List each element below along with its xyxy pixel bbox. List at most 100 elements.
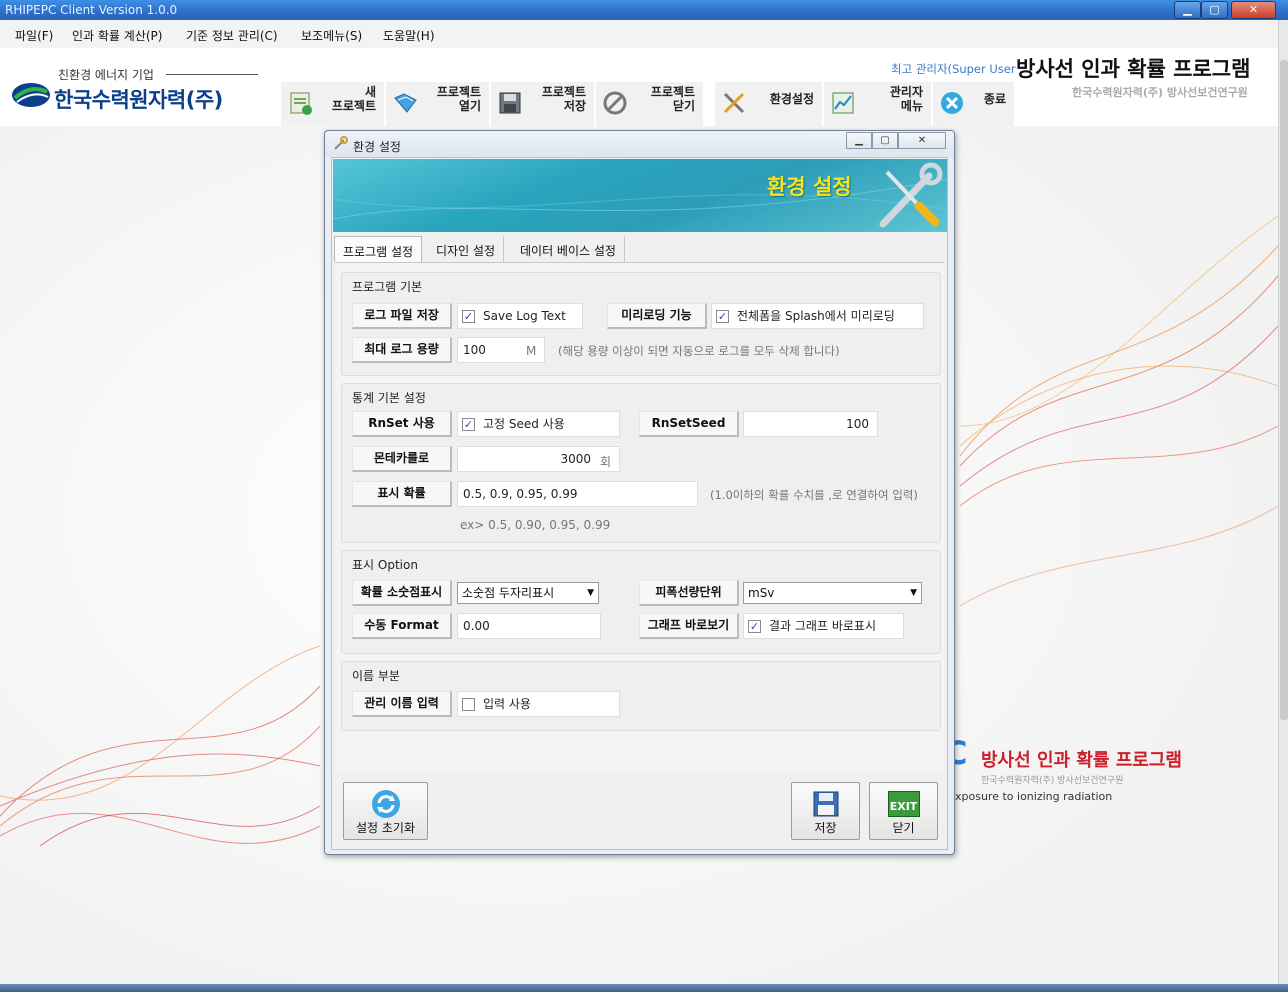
tab-database-settings[interactable]: 데이터 베이스 설정	[512, 236, 625, 262]
bg-subtitle: 한국수력원자력(주) 방사선보건연구원	[981, 776, 1124, 786]
close-dialog-button[interactable]: EXIT 닫기	[869, 782, 938, 840]
menu-calc[interactable]: 인과 확률 계산(P)	[72, 27, 162, 44]
manual-format-button[interactable]: 수동 Format	[352, 613, 452, 639]
floppy-save-icon	[813, 791, 838, 817]
display-prob-hint: (1.0이하의 확률 수치를 ,로 연결하여 입력)	[710, 488, 918, 502]
select-value: 소숫점 두자리표시	[462, 586, 555, 600]
checkbox-box[interactable]: ✓	[748, 620, 761, 633]
open-project-icon	[394, 93, 417, 113]
graph-view-checkbox[interactable]: ✓ 결과 그래프 바로표시	[743, 613, 904, 639]
manual-format-input[interactable]: 0.00	[457, 613, 601, 639]
reset-label: 설정 초기화	[355, 821, 415, 835]
close-project-label: 프로젝트 닫기	[650, 85, 695, 113]
group-title: 표시 Option	[352, 558, 418, 572]
os-taskbar	[0, 984, 1288, 992]
menu-help[interactable]: 도움말(H)	[383, 27, 435, 44]
window-title: RHIPEPC Client Version 1.0.0	[5, 3, 178, 17]
open-project-button[interactable]: 프로젝트 열기	[385, 82, 489, 126]
max-log-button[interactable]: 최대 로그 용량	[352, 337, 452, 363]
tab-panel: 프로그램 기본 로그 파일 저장 ✓ Save Log Text 미리로딩 기능…	[335, 262, 944, 772]
admin-chart-icon	[832, 92, 854, 114]
checkbox-label: 결과 그래프 바로표시	[769, 619, 876, 633]
preload-button[interactable]: 미리로딩 기능	[607, 303, 707, 329]
rnset-checkbox[interactable]: ✓ 고정 Seed 사용	[457, 411, 620, 437]
save-button[interactable]: 저장	[791, 782, 860, 840]
app-subtitle: 한국수력원자력(주) 방사선보건연구원	[1072, 86, 1248, 99]
tagline-divider	[166, 74, 258, 75]
menu-bar: 파일(F) 인과 확률 계산(P) 기준 정보 관리(C) 보조메뉴(S) 도움…	[0, 20, 1278, 48]
rnseed-button[interactable]: RnSetSeed	[639, 411, 739, 437]
dialog-body: 환경 설정 프로그램 설정 디자인 설정 데이터 베이스 설정 프로그램 기본 …	[331, 157, 948, 850]
wrench-icon	[334, 136, 348, 150]
admin-menu-button[interactable]: 관리자 메뉴	[823, 82, 931, 126]
dialog-minimize-button[interactable]: ▁	[846, 132, 872, 149]
bg-tagline: xposure to ionizing radiation	[955, 790, 1113, 803]
scrollbar[interactable]	[1278, 20, 1288, 992]
exit-icon	[941, 92, 963, 114]
monte-carlo-unit: 회	[600, 455, 612, 469]
save-project-icon	[499, 92, 521, 114]
checkbox-box[interactable]: ✓	[716, 310, 729, 323]
banner-title: 환경 설정	[767, 175, 852, 199]
menu-aux[interactable]: 보조메뉴(S)	[301, 27, 362, 44]
log-save-button[interactable]: 로그 파일 저장	[352, 303, 452, 329]
dialog-close-button[interactable]: ✕	[898, 132, 946, 149]
current-user: 최고 관리자(Super User	[891, 62, 1016, 76]
manage-name-checkbox[interactable]: 입력 사용	[457, 691, 620, 717]
dose-unit-select[interactable]: mSv ▼	[743, 582, 922, 604]
dialog-titlebar[interactable]: 환경 설정 ▁ ▢ ✕	[325, 131, 954, 157]
exit-label: 종료	[983, 92, 1006, 106]
checkbox-box[interactable]	[462, 698, 475, 711]
close-label: 닫기	[892, 821, 915, 835]
dialog-maximize-button[interactable]: ▢	[872, 132, 898, 149]
display-prob-button[interactable]: 표시 확률	[352, 481, 452, 507]
tools-icon	[879, 162, 943, 228]
new-project-button[interactable]: 새 프로젝트	[280, 82, 384, 126]
reset-settings-button[interactable]: 설정 초기화	[343, 782, 428, 840]
app-title: 방사선 인과 확률 프로그램	[1016, 57, 1251, 81]
preload-checkbox[interactable]: ✓ 전체폼을 Splash에서 미리로딩	[711, 303, 924, 329]
group-program-basic: 프로그램 기본 로그 파일 저장 ✓ Save Log Text 미리로딩 기능…	[341, 272, 941, 376]
checkbox-box[interactable]: ✓	[462, 310, 475, 323]
rnset-button[interactable]: RnSet 사용	[352, 411, 452, 437]
tab-program-settings[interactable]: 프로그램 설정	[334, 236, 423, 262]
tab-design-settings[interactable]: 디자인 설정	[428, 236, 505, 262]
save-label: 저장	[814, 821, 837, 835]
exit-badge-icon: EXIT	[887, 791, 920, 817]
save-project-button[interactable]: 프로젝트 저장	[490, 82, 594, 126]
banner-pattern	[333, 178, 947, 220]
close-window-button[interactable]: ✕	[1231, 1, 1276, 19]
window-titlebar: RHIPEPC Client Version 1.0.0 ▁ ▢ ✕	[0, 0, 1288, 20]
decimal-display-button[interactable]: 확률 소숫점표시	[352, 580, 452, 606]
chevron-down-icon[interactable]: ▼	[587, 583, 594, 603]
minimize-button[interactable]: ▁	[1174, 1, 1201, 19]
settings-tools-icon	[723, 92, 745, 114]
graph-view-button[interactable]: 그래프 바로보기	[639, 613, 739, 639]
chevron-down-icon[interactable]: ▼	[910, 583, 917, 603]
monte-carlo-input[interactable]: 3000	[457, 446, 620, 472]
checkbox-box[interactable]: ✓	[462, 418, 475, 431]
checkbox-label: 고정 Seed 사용	[483, 417, 565, 431]
close-project-icon	[603, 91, 627, 115]
rnseed-input[interactable]: 100	[743, 411, 878, 437]
dialog-title: 환경 설정	[353, 140, 401, 154]
display-prob-input[interactable]: 0.5, 0.9, 0.95, 0.99	[457, 481, 698, 507]
maximize-button[interactable]: ▢	[1201, 1, 1228, 19]
manage-name-button[interactable]: 관리 이름 입력	[352, 691, 452, 717]
exit-button[interactable]: 종료	[932, 82, 1014, 126]
new-project-icon	[290, 92, 312, 115]
decimal-display-select[interactable]: 소숫점 두자리표시 ▼	[457, 582, 599, 604]
monte-carlo-button[interactable]: 몬테카를로	[352, 446, 452, 472]
close-project-button[interactable]: 프로젝트 닫기	[595, 82, 703, 126]
scrollbar-thumb[interactable]	[1280, 60, 1288, 720]
group-display-option: 표시 Option 확률 소숫점표시 소숫점 두자리표시 ▼ 피폭선량단위 mS…	[341, 550, 941, 654]
open-project-label: 프로젝트 열기	[436, 85, 481, 113]
settings-button[interactable]: 환경설정	[714, 82, 822, 126]
dialog-banner: 환경 설정	[333, 159, 947, 232]
group-name-part: 이름 부분 관리 이름 입력 입력 사용	[341, 661, 941, 731]
menu-reference[interactable]: 기준 정보 관리(C)	[186, 27, 278, 44]
dose-unit-button[interactable]: 피폭선량단위	[639, 580, 739, 606]
log-save-checkbox[interactable]: ✓ Save Log Text	[457, 303, 583, 329]
menu-file[interactable]: 파일(F)	[15, 27, 53, 44]
settings-dialog: 환경 설정 ▁ ▢ ✕ 환경 설정 프로그램 설정 디자인 설정 데이터 베이스…	[324, 130, 955, 855]
